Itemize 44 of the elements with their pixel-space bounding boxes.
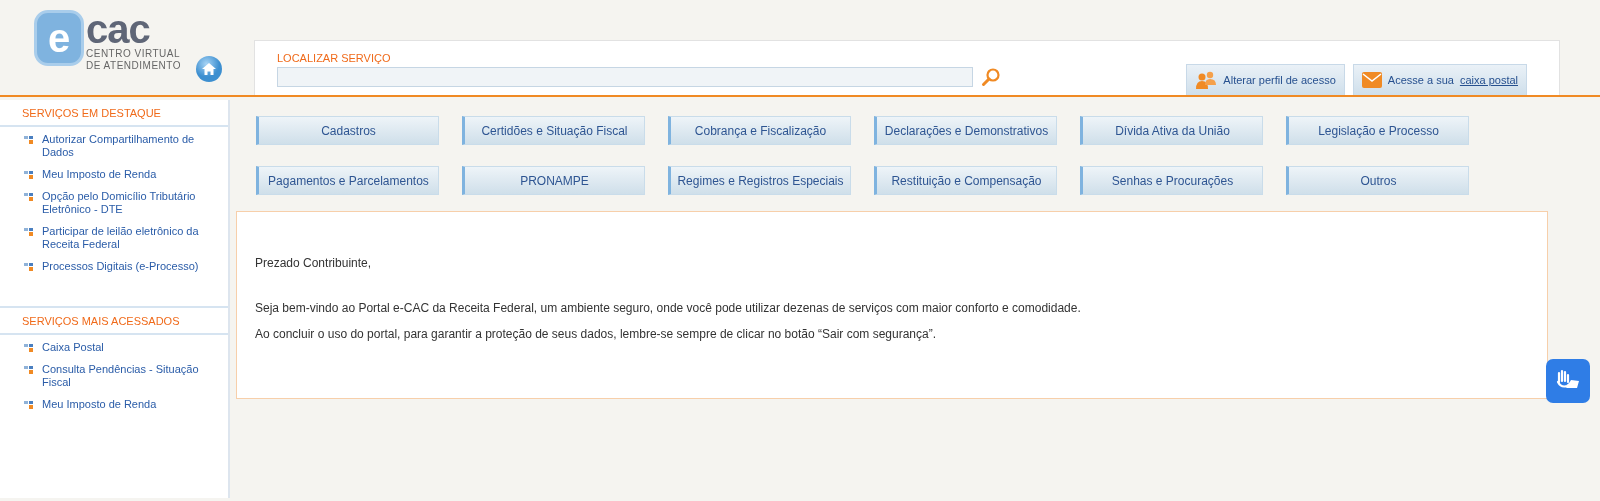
profile-button[interactable]: Alterar perfil de acesso [1186, 64, 1345, 95]
users-icon [1195, 70, 1218, 90]
category-button[interactable]: Senhas e Procurações [1080, 166, 1263, 195]
category-button[interactable]: Cadastros [256, 116, 439, 145]
search-field[interactable] [277, 67, 973, 87]
mailbox-link[interactable]: caixa postal [1459, 74, 1518, 86]
squares-icon [24, 365, 34, 375]
greeting-text: Prezado Contribuinte, [255, 256, 373, 270]
service-link[interactable]: Consulta Pendências - Situação Fiscal [42, 363, 202, 389]
service-link[interactable]: Autorizar Compartilhamento de Dados [42, 133, 202, 159]
mailbox-button[interactable]: Acesse a sua caixa postal [1352, 64, 1527, 95]
search-label: LOCALIZAR SERVIÇO [277, 52, 392, 64]
welcome-text: Ao concluir o uso do portal, para garantir a proteção de seus dados, lembre-se sempre de clicar no botão “Sair com segurança”. [255, 327, 938, 341]
service-link[interactable]: Opção pelo Domicílio Tributário Eletrônico - DTE [42, 190, 202, 216]
service-link[interactable]: Meu Imposto de Renda [42, 168, 202, 181]
section-title: SERVIÇOS EM DESTAQUE [0, 100, 228, 127]
squares-icon [24, 135, 34, 145]
squares-icon [24, 192, 34, 202]
service-link[interactable]: Participar de leilão eletrônico da Receita Federal [42, 225, 202, 251]
service-link[interactable]: Meu Imposto de Renda [42, 398, 202, 411]
home-icon[interactable] [195, 55, 223, 83]
welcome-text: Seja bem-vindo ao Portal e-CAC da Receita Federal, um ambiente seguro, onde você pode utilizar dezenas de serviços com maior conforto e comodidade. [255, 301, 1082, 315]
section-title: SERVIÇOS MAIS ACESSADOS [0, 306, 228, 335]
category-button[interactable]: Dívida Ativa da União [1080, 116, 1263, 145]
squares-icon [24, 400, 34, 410]
squares-icon [24, 343, 34, 353]
service-link[interactable]: Caixa Postal [42, 341, 202, 354]
squares-icon [24, 170, 34, 180]
category-button[interactable]: Legislação e Processo [1286, 116, 1469, 145]
sign-language-button[interactable] [1546, 359, 1590, 403]
mailbox-text: Acesse a sua [1387, 74, 1454, 86]
category-button[interactable]: Outros [1286, 166, 1469, 195]
category-button[interactable]: Pagamentos e Parcelamentos [256, 166, 439, 195]
category-button[interactable]: Restituição e Compensação [874, 166, 1057, 195]
category-button[interactable]: PRONAMPE [462, 166, 645, 195]
squares-icon [24, 262, 34, 272]
search-icon[interactable] [981, 67, 1001, 87]
category-button[interactable]: Regimes e Registros Especiais [668, 166, 851, 195]
category-button[interactable]: Certidões e Situação Fiscal [462, 116, 645, 145]
category-button[interactable]: Cobrança e Fiscalização [668, 116, 851, 145]
envelope-icon [1361, 72, 1382, 88]
category-button[interactable]: Declarações e Demonstrativos [874, 116, 1057, 145]
service-link[interactable]: Processos Digitais (e-Processo) [42, 260, 202, 273]
squares-icon [24, 227, 34, 237]
